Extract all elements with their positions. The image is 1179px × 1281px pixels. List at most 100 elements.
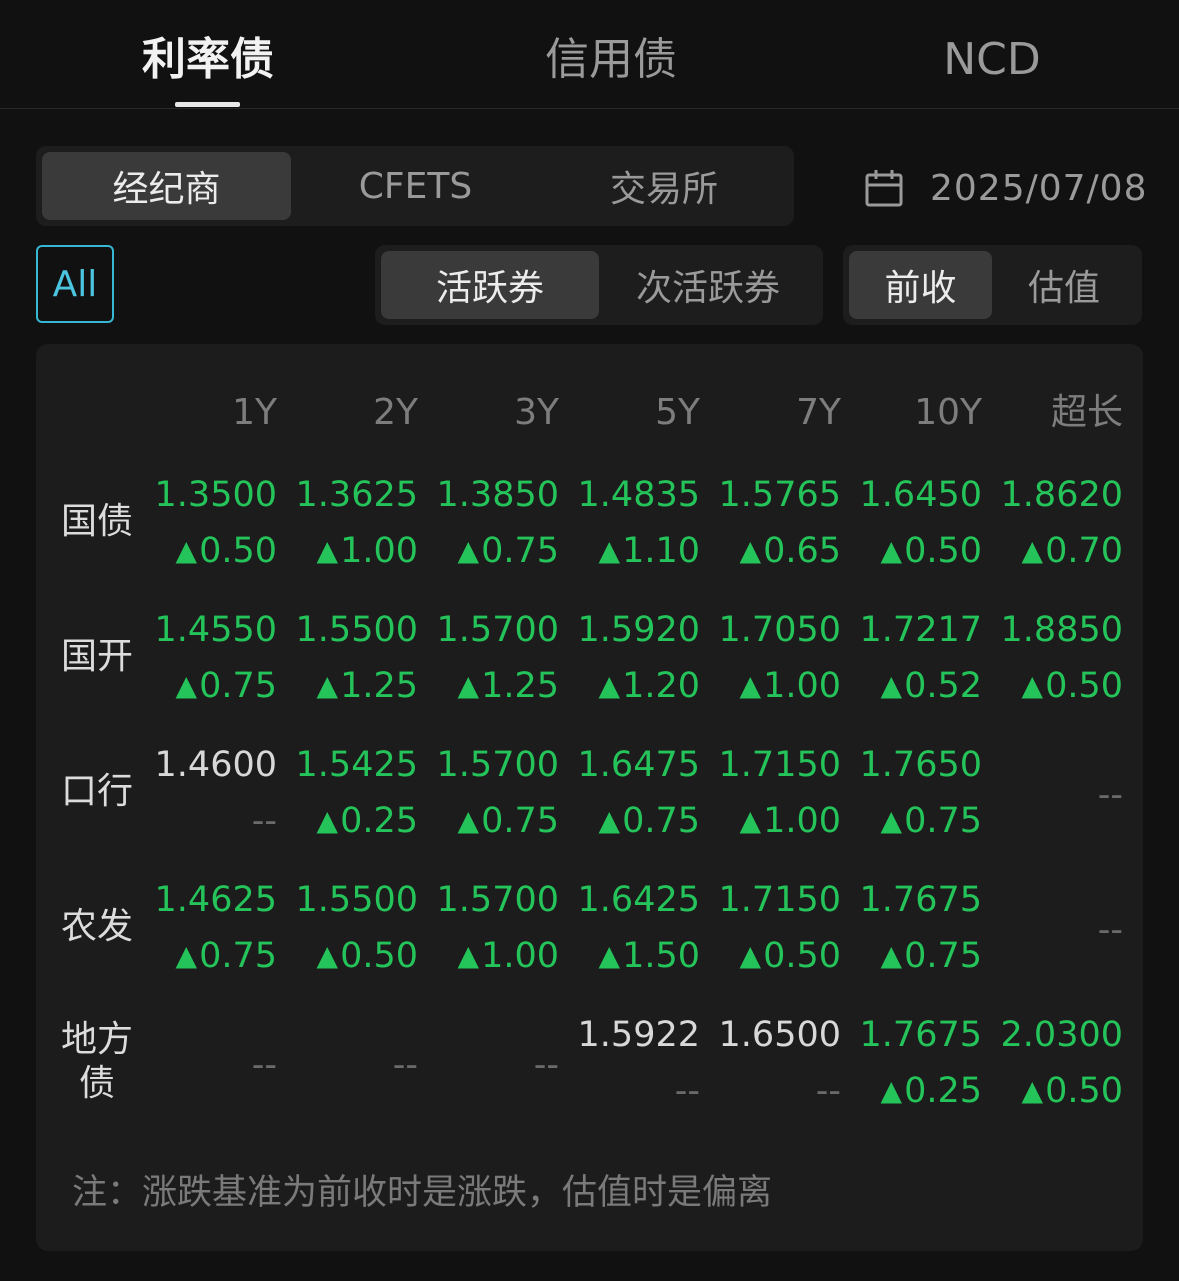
yield-value[interactable]: 1.3850 xyxy=(429,470,559,520)
triangle-up-icon: ▲ xyxy=(880,804,903,837)
yield-value[interactable]: 1.7217 xyxy=(852,605,982,655)
yield-value[interactable]: 1.5920 xyxy=(570,605,700,655)
empty-cell: -- xyxy=(392,1045,418,1085)
triangle-up-icon: ▲ xyxy=(1021,534,1044,567)
yield-value[interactable]: 1.5425 xyxy=(288,740,418,790)
yield-change: ▲0.50 xyxy=(993,661,1123,711)
source-tab-broker[interactable]: 经纪商 xyxy=(42,152,291,220)
yield-value[interactable]: 1.5500 xyxy=(288,875,418,925)
yield-value[interactable]: 1.7650 xyxy=(852,740,982,790)
active-tab-indicator xyxy=(175,102,240,107)
yield-value[interactable]: 1.7050 xyxy=(711,605,841,655)
tab-valuation[interactable]: 估值 xyxy=(992,251,1136,319)
column-header: 10Y xyxy=(914,392,982,433)
yield-change: ▲0.75 xyxy=(852,796,982,846)
yield-change: ▲1.25 xyxy=(429,661,559,711)
triangle-up-icon: ▲ xyxy=(175,939,198,972)
yield-value[interactable]: 1.4625 xyxy=(147,875,277,925)
tab-active-bonds[interactable]: 活跃券 xyxy=(381,251,599,319)
yield-value[interactable]: 1.5922 xyxy=(570,1010,700,1060)
column-header: 5Y xyxy=(655,392,700,433)
yield-value[interactable]: 1.5700 xyxy=(429,605,559,655)
yield-value[interactable]: 1.4835 xyxy=(570,470,700,520)
change-value: 1.25 xyxy=(481,666,559,706)
yield-change: ▲0.75 xyxy=(852,931,982,981)
change-value: 1.00 xyxy=(763,666,841,706)
yield-value[interactable]: 1.7675 xyxy=(852,1010,982,1060)
row-label: 国开 xyxy=(60,636,133,677)
change-value: 1.25 xyxy=(340,666,418,706)
yield-value[interactable]: 1.6450 xyxy=(852,470,982,520)
row-label-line: 债 xyxy=(78,1063,115,1104)
yield-change: ▲0.50 xyxy=(147,526,277,576)
change-value: 1.50 xyxy=(622,936,700,976)
triangle-up-icon: ▲ xyxy=(175,534,198,567)
tab-credit-bonds[interactable]: 信用债 xyxy=(545,28,677,92)
triangle-up-icon: ▲ xyxy=(457,939,480,972)
yield-value[interactable]: 1.6475 xyxy=(570,740,700,790)
yield-value[interactable]: 1.6500 xyxy=(711,1010,841,1060)
source-tab-cfets[interactable]: CFETS xyxy=(291,152,540,220)
yield-value[interactable]: 1.5700 xyxy=(429,875,559,925)
empty-cell: -- xyxy=(251,1045,277,1085)
source-tab-exchange[interactable]: 交易所 xyxy=(540,152,788,220)
change-value: 1.00 xyxy=(481,936,559,976)
change-value: 1.10 xyxy=(622,531,700,571)
calendar-icon xyxy=(865,170,903,207)
row-label: 国债 xyxy=(60,501,133,542)
yield-change: ▲1.00 xyxy=(711,661,841,711)
tab-prev-close[interactable]: 前收 xyxy=(849,251,992,319)
triangle-up-icon: ▲ xyxy=(739,534,762,567)
yield-change: -- xyxy=(147,796,277,846)
change-value: 0.75 xyxy=(904,936,982,976)
tab-rate-bonds[interactable]: 利率债 xyxy=(142,28,274,92)
change-value: 1.00 xyxy=(340,531,418,571)
bond-type-tabs: 利率债 信用债 NCD xyxy=(0,0,1179,109)
yield-value[interactable]: 2.0300 xyxy=(993,1010,1123,1060)
change-value: 0.75 xyxy=(904,801,982,841)
yield-value[interactable]: 1.7675 xyxy=(852,875,982,925)
row-label: 地方债 xyxy=(56,1018,138,1106)
yield-change: ▲0.75 xyxy=(147,661,277,711)
date-picker[interactable]: 2025/07/08 xyxy=(864,160,1148,216)
change-value: 0.75 xyxy=(199,666,277,706)
change-value: 1.20 xyxy=(622,666,700,706)
yield-value[interactable]: 1.4600 xyxy=(147,740,277,790)
yield-change: ▲0.25 xyxy=(288,796,418,846)
yield-value[interactable]: 1.3500 xyxy=(147,470,277,520)
triangle-up-icon: ▲ xyxy=(880,1074,903,1107)
yield-value[interactable]: 1.7150 xyxy=(711,740,841,790)
triangle-up-icon: ▲ xyxy=(739,939,762,972)
bond-yield-screen: 利率债 信用债 NCD 经纪商 CFETS 交易所 2025/07/08 All… xyxy=(0,0,1179,1281)
change-value: 0.75 xyxy=(481,801,559,841)
triangle-up-icon: ▲ xyxy=(316,534,339,567)
triangle-up-icon: ▲ xyxy=(880,669,903,702)
yield-value[interactable]: 1.8620 xyxy=(993,470,1123,520)
triangle-up-icon: ▲ xyxy=(316,939,339,972)
triangle-up-icon: ▲ xyxy=(739,804,762,837)
yield-value[interactable]: 1.8850 xyxy=(993,605,1123,655)
change-value: 0.50 xyxy=(904,531,982,571)
all-filter-button[interactable]: All xyxy=(36,245,114,323)
yield-change: ▲0.50 xyxy=(852,526,982,576)
triangle-up-icon: ▲ xyxy=(598,669,621,702)
triangle-up-icon: ▲ xyxy=(316,669,339,702)
yield-value[interactable]: 1.5500 xyxy=(288,605,418,655)
change-value: -- xyxy=(674,1071,700,1111)
yield-value[interactable]: 1.5765 xyxy=(711,470,841,520)
column-header: 7Y xyxy=(796,392,841,433)
row-label: 农发 xyxy=(60,906,133,947)
yield-value[interactable]: 1.4550 xyxy=(147,605,277,655)
triangle-up-icon: ▲ xyxy=(880,534,903,567)
tab-sub-active-bonds[interactable]: 次活跃券 xyxy=(599,251,817,319)
yield-value[interactable]: 1.5700 xyxy=(429,740,559,790)
yield-value[interactable]: 1.6425 xyxy=(570,875,700,925)
empty-cell: -- xyxy=(533,1045,559,1085)
yield-change: ▲1.00 xyxy=(429,931,559,981)
yield-value[interactable]: 1.7150 xyxy=(711,875,841,925)
tab-ncd[interactable]: NCD xyxy=(943,28,1041,92)
yield-value[interactable]: 1.3625 xyxy=(288,470,418,520)
change-value: 0.70 xyxy=(1045,531,1123,571)
change-value: 1.00 xyxy=(763,801,841,841)
row-label-line: 地方 xyxy=(60,1019,133,1060)
